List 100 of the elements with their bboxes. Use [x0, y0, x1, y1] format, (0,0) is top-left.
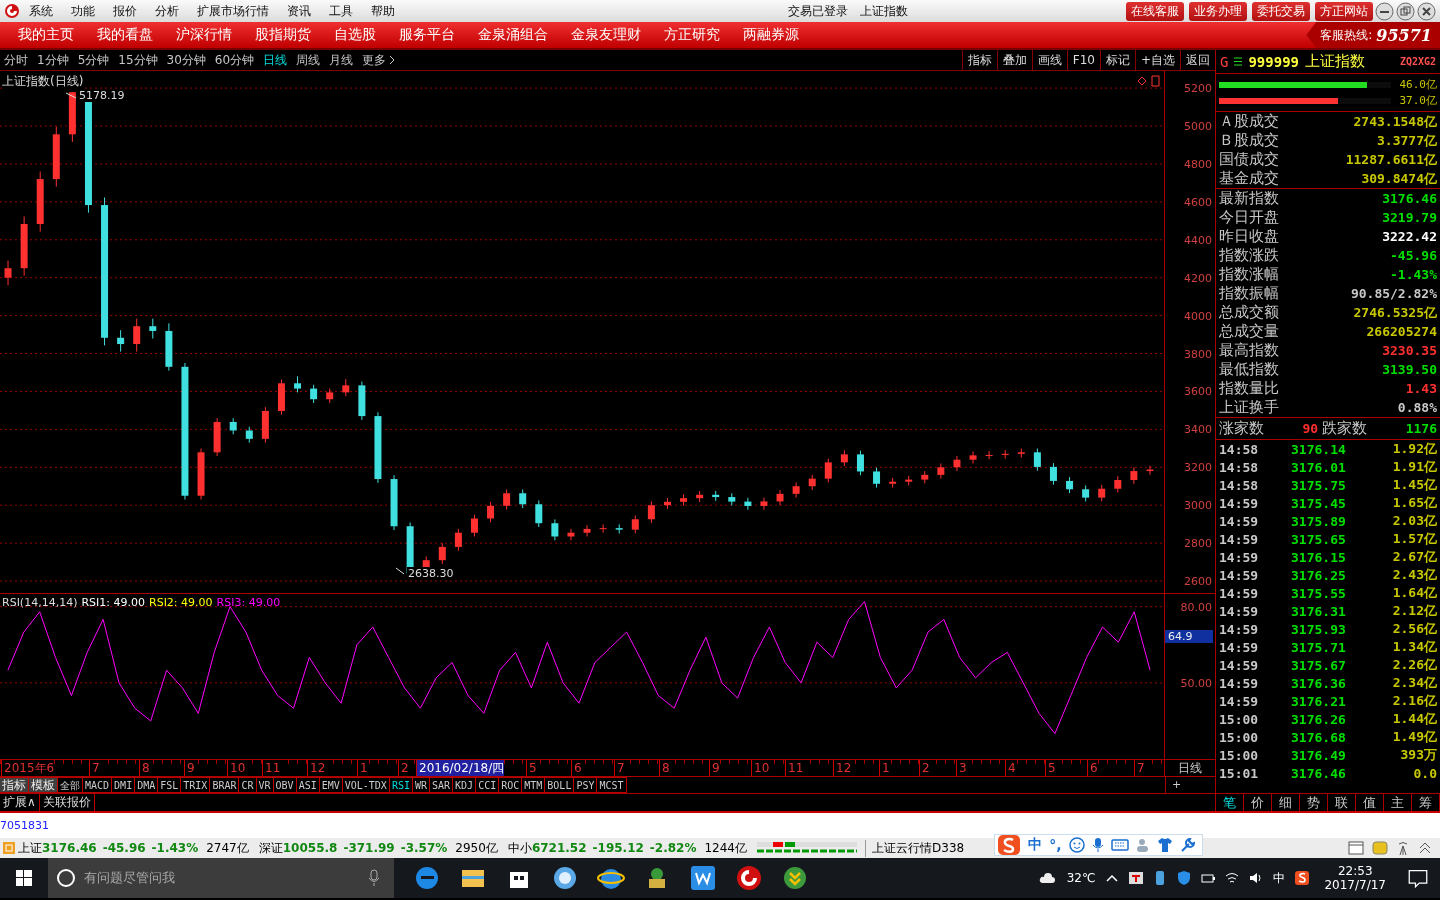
minimize-icon[interactable] — [1375, 1, 1394, 21]
indicator-tab[interactable]: CCI — [476, 777, 500, 793]
menu-item[interactable]: 报价 — [113, 2, 137, 20]
indicator-tab[interactable]: 模板 — [29, 777, 58, 793]
nav-item[interactable]: 沪深行情 — [176, 26, 232, 44]
nav-item[interactable]: 方正研究 — [664, 26, 720, 44]
indicator-tab[interactable]: PSY — [574, 777, 598, 793]
index-value: 6721.52 — [531, 841, 587, 855]
menu-item[interactable]: 分析 — [155, 2, 179, 20]
indicator-tab[interactable]: OBV — [273, 777, 297, 793]
menu-icon[interactable] — [1234, 57, 1243, 66]
period-tab[interactable]: 15分钟 — [118, 51, 158, 69]
coin-icon[interactable] — [1372, 841, 1388, 855]
close-icon[interactable] — [1417, 1, 1436, 21]
microphone-icon[interactable] — [368, 869, 380, 887]
indicator-tab[interactable]: MTM — [522, 777, 546, 793]
tick-volume: 2.03亿 — [1392, 512, 1437, 530]
nav-item[interactable]: 金泉友理财 — [571, 26, 641, 44]
layout-icon[interactable] — [1348, 841, 1364, 855]
price-axis-label: 3200 — [1184, 460, 1212, 474]
indicator-tab[interactable]: MCST — [597, 777, 627, 793]
input-language[interactable]: 中 — [1273, 869, 1286, 887]
shirt-icon[interactable] — [1156, 837, 1173, 853]
microphone-icon[interactable] — [1091, 837, 1104, 853]
period-tab[interactable]: 月线 — [329, 51, 354, 69]
indicator-tab[interactable]: SAR — [430, 777, 454, 793]
menu-item[interactable]: 帮助 — [371, 2, 395, 20]
indicator-tab[interactable]: ASI — [296, 777, 320, 793]
chart-tool-button[interactable]: 返回 — [1180, 50, 1215, 70]
nav-item[interactable]: 股指期货 — [255, 26, 311, 44]
menu-item[interactable]: 系统 — [29, 2, 53, 20]
price-axis-label: 3400 — [1184, 422, 1212, 436]
browser-icon[interactable] — [413, 864, 441, 892]
period-tab[interactable]: 日线 — [263, 51, 288, 69]
period-tab[interactable]: 5分钟 — [77, 51, 110, 69]
nav-item[interactable]: 我的主页 — [18, 26, 74, 44]
antenna-icon[interactable] — [1396, 841, 1410, 855]
period-tab[interactable]: 周线 — [296, 51, 321, 69]
indicator-tab[interactable]: BRAR — [210, 777, 240, 793]
indicator-tab[interactable]: FSL — [158, 777, 182, 793]
period-tab[interactable]: 更多 — [362, 51, 396, 69]
indicator-tab[interactable]: ROC — [499, 777, 523, 793]
chart-tool-button[interactable]: 标记 — [1099, 50, 1135, 70]
period-tab[interactable]: 60分钟 — [214, 51, 255, 69]
indicator-tab[interactable]: BOLL — [545, 777, 575, 793]
chart-tool-button[interactable]: 指标 — [961, 50, 997, 70]
tick-price: 3175.67 — [1291, 657, 1347, 673]
menu-item[interactable]: 工具 — [329, 2, 353, 20]
period-tab[interactable]: 1分钟 — [37, 51, 69, 69]
start-icon[interactable] — [16, 870, 32, 886]
shield-icon[interactable] — [1176, 870, 1193, 886]
notification-icon[interactable] — [1408, 868, 1428, 888]
nav-item[interactable]: 两融券源 — [743, 26, 799, 44]
wrench-icon[interactable] — [1179, 837, 1196, 853]
link-button[interactable]: 在线客服 — [1126, 1, 1184, 21]
chart-tool-button[interactable]: +自选 — [1134, 50, 1180, 70]
indicator-tab[interactable]: DMI — [112, 777, 136, 793]
link-button[interactable]: 委托交易 — [1252, 1, 1310, 21]
chart-tool-button[interactable]: 画线 — [1031, 50, 1067, 70]
ime-mode[interactable]: 中 — [1028, 836, 1043, 854]
add-button[interactable]: + — [1165, 777, 1215, 793]
indicator-tab[interactable]: 指标 — [0, 777, 29, 793]
smiley-icon[interactable] — [1068, 837, 1085, 853]
indicator-tab[interactable]: CR — [239, 777, 257, 793]
indicator-tab[interactable]: 全部 — [58, 777, 83, 793]
nav-item[interactable]: 自选股 — [334, 26, 376, 44]
ime-logo-icon[interactable] — [1294, 870, 1311, 886]
clock-time[interactable]: 22:53 — [1337, 864, 1373, 878]
restore-icon[interactable] — [1396, 1, 1415, 21]
menu-item[interactable]: 资讯 — [287, 2, 311, 20]
tick-price: 3176.15 — [1291, 549, 1347, 565]
app-icon[interactable] — [689, 864, 717, 892]
link-button[interactable]: 业务办理 — [1189, 1, 1247, 21]
chart-tool-button[interactable]: 叠加 — [996, 50, 1032, 70]
period-tab[interactable]: 分时 — [4, 51, 28, 69]
keyboard-icon[interactable] — [1110, 839, 1129, 851]
tray-app-icon[interactable] — [1128, 870, 1145, 886]
indicator-tab[interactable]: KDJ — [453, 777, 477, 793]
punctuation-mode[interactable]: °, — [1049, 837, 1062, 853]
indicator-tab[interactable]: VOL-TDX — [342, 777, 390, 793]
nav-item[interactable]: 我的看盘 — [97, 26, 153, 44]
clock-date[interactable]: 2017/7/17 — [1324, 878, 1386, 892]
period-tab[interactable]: 30分钟 — [166, 51, 206, 69]
swirl-icon[interactable] — [735, 864, 763, 892]
tick-volume: 1.45亿 — [1392, 476, 1437, 494]
nav-item[interactable]: 金泉涌组合 — [478, 26, 548, 44]
arrows-up-icon[interactable] — [1418, 841, 1432, 855]
chart-tool-button[interactable]: F10 — [1066, 50, 1100, 70]
menu-item[interactable]: 功能 — [71, 2, 95, 20]
search-field[interactable]: 有问题尽管问我 — [48, 858, 394, 898]
indicator-tab[interactable]: EMV — [319, 777, 343, 793]
indicator-tab[interactable]: MACD — [83, 777, 113, 793]
index-value: 10055.8 — [282, 841, 338, 855]
menu-item[interactable]: 扩展市场行情 — [197, 2, 269, 20]
indicator-tab[interactable]: RSI — [389, 777, 413, 793]
indicator-tab[interactable]: DMA — [135, 777, 159, 793]
indicator-tab[interactable]: TRIX — [181, 777, 211, 793]
nav-item[interactable]: 服务平台 — [399, 26, 455, 44]
candlestick — [535, 499, 543, 528]
link-button[interactable]: 方正网站 — [1315, 1, 1373, 21]
